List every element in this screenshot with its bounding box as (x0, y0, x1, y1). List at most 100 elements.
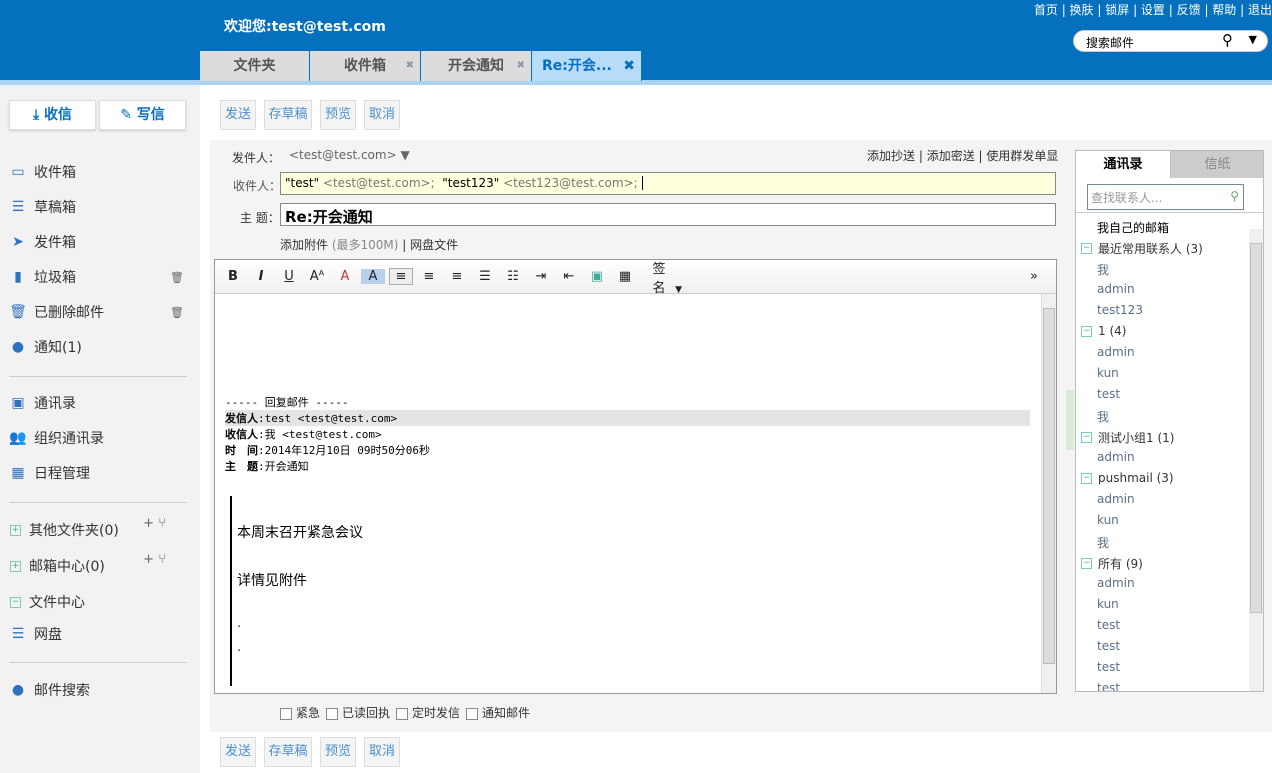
expand-icon[interactable]: » (1022, 269, 1046, 284)
sidebar-item[interactable]: ☰ 草稿箱 (10, 197, 190, 217)
contact-item[interactable]: test (1097, 639, 1120, 660)
contact-group[interactable]: −1 (4) (1081, 324, 1126, 338)
contact-item[interactable]: admin (1097, 345, 1135, 366)
close-icon[interactable]: ✖ (623, 51, 635, 81)
align-left-icon[interactable]: ≡ (389, 268, 413, 285)
sidebar-folder[interactable]: − 文件中心 (10, 592, 190, 612)
sidebar-item[interactable]: ▣ 通讯录 (10, 393, 190, 413)
sidebar-item[interactable]: ▭ 收件箱 (10, 162, 190, 182)
contact-item[interactable]: test (1097, 660, 1120, 681)
contact-item[interactable]: admin (1097, 576, 1135, 597)
sidebar-item[interactable]: ▮ 垃圾箱 🗑 (10, 267, 190, 287)
contacts-scrollbar[interactable] (1249, 229, 1263, 691)
contact-group[interactable]: − 测试小组1 (1) (1081, 429, 1174, 446)
option-checkbox[interactable]: 定时发信 (396, 706, 460, 720)
preview-button[interactable]: 预览 (320, 737, 356, 767)
ordered-list-icon[interactable]: ☰ (473, 269, 497, 284)
add-cc-link[interactable]: 添加抄送 (867, 149, 915, 163)
contact-group[interactable]: − 最近常用联系人 (3) (1081, 240, 1203, 257)
font-size-icon[interactable]: Aᴬ (305, 269, 329, 284)
sidebar-folder[interactable]: ☰ 网盘 (10, 624, 190, 644)
add-icon[interactable]: + ⑂ (143, 552, 166, 567)
sidebar-item[interactable]: 🗑 已删除邮件 🗑 (9, 302, 190, 322)
checkbox[interactable] (280, 707, 292, 720)
contact-item[interactable]: kun (1097, 597, 1119, 618)
image-icon[interactable]: ▣ (585, 269, 609, 284)
sidebar-item-mail-search[interactable]: ● 邮件搜索 (10, 680, 190, 700)
contact-item[interactable]: 我 (1097, 408, 1109, 429)
sidebar-item[interactable]: ➤ 发件箱 (10, 232, 190, 252)
outdent-icon[interactable]: ⇤ (557, 269, 581, 284)
group-send-link[interactable]: 使用群发单显 (986, 149, 1058, 163)
tab-meeting[interactable]: 开会通知 ✖ (421, 51, 532, 81)
from-select[interactable]: <test@test.com> ▼ (289, 148, 410, 162)
sidebar-item[interactable]: ▦ 日程管理 (10, 463, 190, 483)
highlight-icon[interactable]: A (361, 269, 385, 284)
contact-item[interactable]: test (1097, 387, 1120, 408)
top-link[interactable]: 首页 (1034, 3, 1058, 17)
option-checkbox[interactable]: 紧急 (280, 706, 320, 720)
tab-reply[interactable]: Re:开会... ✖ (532, 51, 642, 81)
signature-dropdown[interactable]: 签名 ▼ (647, 258, 682, 296)
tab-inbox[interactable]: 收件箱 ✖ (310, 51, 421, 81)
empty-trash-icon[interactable]: 🗑 (170, 306, 184, 319)
add-bcc-link[interactable]: 添加密送 (927, 149, 975, 163)
panel-toggle[interactable] (1066, 390, 1074, 450)
close-icon[interactable]: ✖ (406, 51, 414, 81)
send-button[interactable]: 发送 (220, 100, 256, 130)
sidebar-item[interactable]: 👥 组织通讯录 (9, 428, 190, 448)
contact-item[interactable]: test (1097, 618, 1120, 639)
sidebar-folder[interactable]: + 邮箱中心(0) + ⑂ (10, 552, 190, 576)
calendar-icon[interactable]: ▦ (613, 269, 637, 284)
collapse-icon[interactable]: − (1081, 325, 1092, 337)
font-color-icon[interactable]: A (333, 269, 357, 284)
tab-stationery[interactable]: 信纸 (1170, 151, 1263, 178)
contact-item[interactable]: kun (1097, 366, 1119, 387)
save-draft-button[interactable]: 存草稿 (264, 737, 312, 767)
sidebar-item[interactable]: ● 通知(1) (10, 337, 190, 357)
send-button[interactable]: 发送 (220, 737, 256, 767)
option-checkbox[interactable]: 通知邮件 (466, 706, 530, 720)
empty-trash-icon[interactable]: 🗑 (170, 271, 184, 284)
contact-group[interactable]: − 所有 (9) (1081, 555, 1143, 572)
tab-folders[interactable]: 文件夹 (200, 51, 310, 81)
top-link[interactable]: 退出 (1248, 3, 1272, 17)
save-draft-button[interactable]: 存草稿 (264, 100, 312, 130)
cancel-button[interactable]: 取消 (364, 737, 400, 767)
caret-down-icon[interactable]: ▼ (1249, 33, 1257, 46)
contact-item[interactable]: kun (1097, 513, 1119, 534)
checkbox[interactable] (326, 707, 339, 720)
underline-icon[interactable]: U (277, 269, 301, 284)
unordered-list-icon[interactable]: ☷ (501, 269, 525, 284)
collapse-icon[interactable]: − (1081, 432, 1092, 443)
top-link[interactable]: 帮助 (1212, 3, 1236, 17)
top-link[interactable]: 反馈 (1177, 3, 1201, 17)
close-icon[interactable]: ✖ (517, 51, 525, 81)
contact-item[interactable]: test (1097, 681, 1120, 691)
contact-item[interactable]: 我 (1097, 534, 1109, 555)
contact-group[interactable]: − pushmail (3) (1081, 471, 1174, 485)
contact-item[interactable]: 我 (1097, 261, 1109, 282)
align-center-icon[interactable]: ≡ (417, 269, 441, 284)
italic-icon[interactable]: I (249, 269, 273, 284)
netdisk-file-link[interactable]: 网盘文件 (410, 238, 458, 252)
contact-item[interactable]: test123 (1097, 303, 1143, 324)
collapse-icon[interactable]: − (1081, 243, 1092, 254)
bold-icon[interactable]: B (221, 269, 245, 284)
search-mail-input[interactable]: 搜索邮件 ⚲ ▼ (1073, 30, 1268, 52)
expand-icon[interactable]: + (10, 524, 21, 536)
preview-button[interactable]: 预览 (320, 100, 356, 130)
write-button[interactable]: ✎ 写信 (99, 100, 186, 130)
checkbox[interactable] (396, 707, 409, 720)
top-link[interactable]: 设置 (1141, 3, 1165, 17)
contact-item[interactable]: admin (1097, 450, 1135, 471)
contact-self[interactable]: 我自己的邮箱 (1097, 219, 1169, 240)
top-link[interactable]: 换肤 (1070, 3, 1094, 17)
rich-text-editor[interactable]: B I U Aᴬ A A ≡ ≡ ≡ ☰ ☷ ⇥ ⇤ ▣ ▦ 签名 ▼ » --… (214, 259, 1057, 694)
align-right-icon[interactable]: ≡ (445, 269, 469, 284)
sidebar-folder[interactable]: + 其他文件夹(0) + ⑂ (10, 516, 190, 540)
search-icon[interactable]: ⚲ (1222, 31, 1233, 49)
add-icon[interactable]: + ⑂ (143, 516, 166, 531)
receive-button[interactable]: ⤓ 收信 (9, 100, 96, 130)
contact-item[interactable]: admin (1097, 282, 1135, 303)
